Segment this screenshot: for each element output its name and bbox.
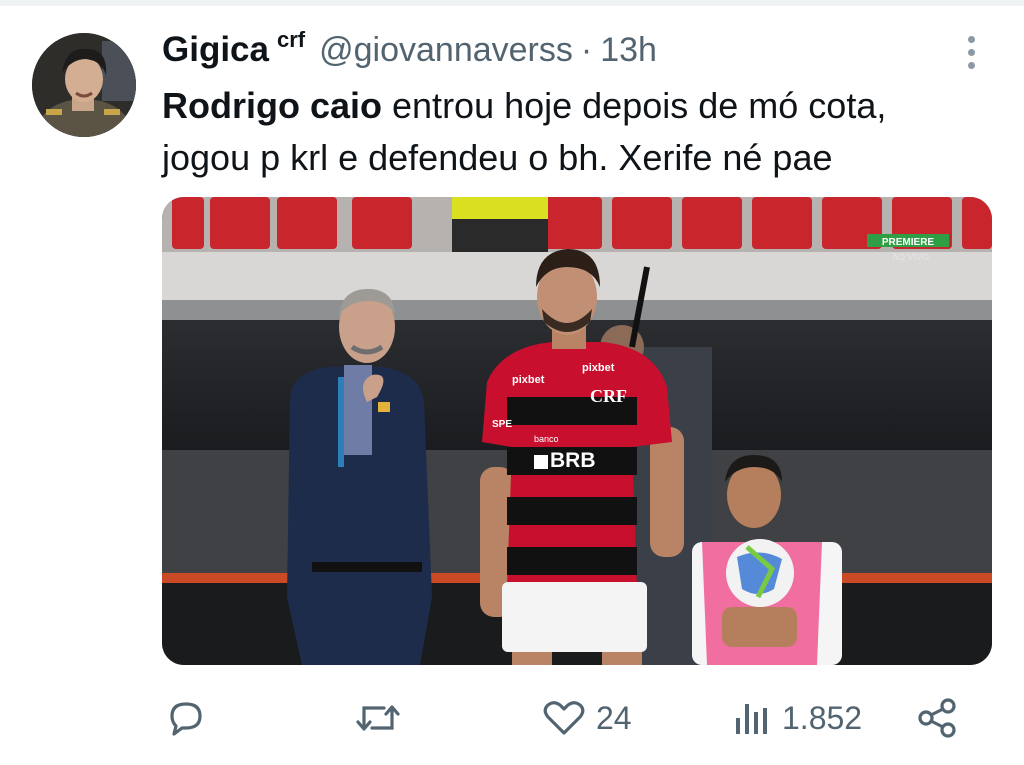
tweet-timestamp[interactable]: 13h (600, 31, 657, 70)
photo-scene: PREMIERE AO VIVO BRB banco pixbet pixbet… (162, 197, 992, 665)
author-name[interactable]: Gigica (162, 30, 269, 70)
views-count: 1.852 (782, 699, 863, 736)
jersey-bank-label: BRB (550, 449, 596, 472)
top-divider (0, 0, 1024, 6)
tweet-media-photo[interactable]: PREMIERE AO VIVO BRB banco pixbet pixbet… (162, 197, 992, 665)
avatar-image (32, 33, 136, 137)
jersey-sleeve-text: SPE (492, 419, 512, 430)
reply-icon (170, 702, 202, 736)
tweet-text: Rodrigo caio entrou hoje depois de mó co… (162, 80, 982, 184)
tweet-text-bold: Rodrigo caio (162, 85, 383, 126)
like-button[interactable]: 24 (542, 690, 632, 746)
tweet-text-line-2: jogou p krl e defendeu o bh. Xerife né p… (162, 137, 833, 178)
author-handle[interactable]: @giovannaverss (319, 31, 573, 70)
avatar[interactable] (32, 33, 136, 137)
tweet-header: Gigica crf @giovannaverss · 13h (162, 27, 657, 78)
jersey-sponsor-right: pixbet (582, 362, 615, 374)
like-count: 24 (596, 699, 632, 736)
jersey-bank-small-label: banco (534, 434, 559, 444)
like-icon (543, 701, 585, 735)
tweet-text-line1-rest: entrou hoje depois de mó cota, (382, 85, 887, 126)
reply-button[interactable] (164, 690, 218, 746)
live-label: AO VIVO (892, 252, 929, 262)
retweet-icon (356, 705, 400, 731)
views-icon (736, 704, 767, 734)
jersey-crest: CRF (590, 386, 627, 406)
share-button[interactable] (916, 690, 960, 746)
share-icon (918, 698, 956, 738)
broadcaster-logo: PREMIERE (882, 237, 935, 248)
more-options-button[interactable] (955, 36, 987, 76)
tweet-text-line-1: Rodrigo caio entrou hoje depois de mó co… (162, 80, 982, 132)
author-badge: crf (276, 27, 306, 52)
tweet-actions-bar: 24 1.852 (0, 690, 1024, 750)
jersey-sponsor-left: pixbet (512, 374, 545, 386)
views-button[interactable]: 1.852 (732, 690, 862, 746)
header-separator: · (580, 31, 593, 69)
retweet-button[interactable] (354, 690, 412, 746)
more-icon (955, 36, 987, 69)
